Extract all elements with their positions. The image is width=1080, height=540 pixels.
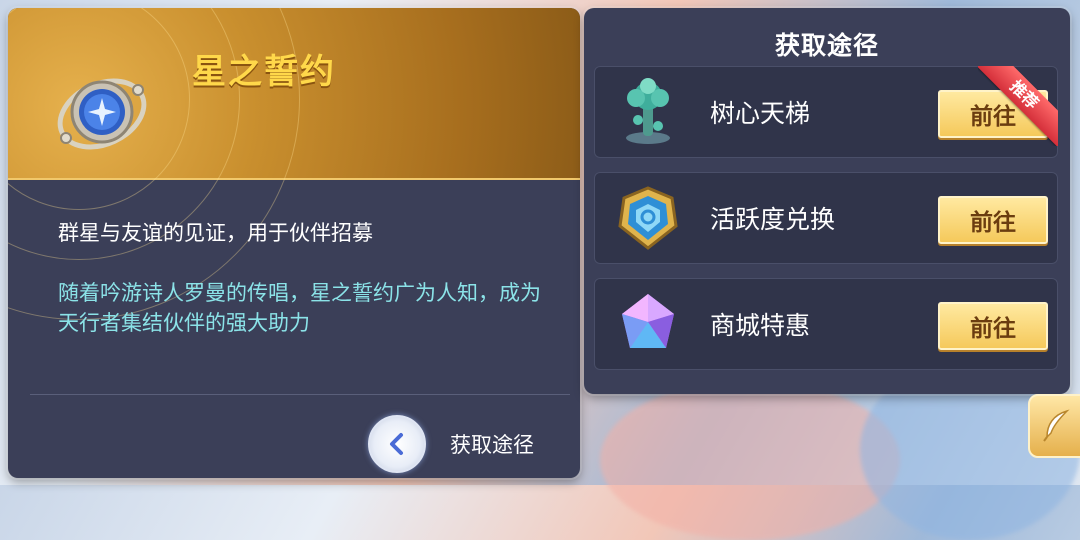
source-name: 活跃度兑换 <box>710 205 836 234</box>
chevron-left-icon <box>368 415 426 473</box>
acquire-source-label: 获取途径 <box>450 433 534 457</box>
source-name: 树心天梯 <box>710 99 811 128</box>
crystal-icon <box>622 294 674 348</box>
quill-icon <box>1043 409 1070 442</box>
source-panel-title: 获取途径 <box>774 31 879 60</box>
item-description: 群星与友谊的见证，用于伙伴招募 <box>58 221 373 245</box>
source-name: 商城特惠 <box>710 311 811 340</box>
quill-button[interactable] <box>1028 394 1080 458</box>
source-row: 商城特惠 前往 <box>594 278 1058 370</box>
go-button[interactable]: 前往 <box>938 302 1048 350</box>
recommend-tag: 推荐 <box>978 66 1058 146</box>
item-detail-panel: 星之誓约 群星与友谊的见证，用于伙伴招募 随着吟游诗人罗曼的传唱，星之誓约广为人… <box>8 8 580 478</box>
source-row: 活跃度兑换 前往 <box>594 172 1058 264</box>
item-lore: 随着吟游诗人罗曼的传唱，星之誓约广为人知，成为天行者集结伙伴的强大助力 <box>58 281 541 335</box>
source-panel: 获取途径 树心天梯 前往 推荐 活跃度兑换 前往 商城特惠 前往 <box>584 8 1070 394</box>
tree-icon <box>626 78 670 144</box>
item-header: 星之誓约 <box>8 8 580 320</box>
recommend-ribbon: 推荐 <box>978 66 1058 146</box>
crest-icon <box>618 186 678 250</box>
star-orb-icon <box>57 78 147 150</box>
acquire-source-button[interactable]: 获取途径 <box>368 412 578 476</box>
source-row: 树心天梯 前往 推荐 <box>594 66 1058 158</box>
background-art <box>600 380 900 540</box>
divider <box>30 394 570 395</box>
item-title: 星之誓约 <box>192 52 336 92</box>
go-button[interactable]: 前往 <box>938 196 1048 244</box>
